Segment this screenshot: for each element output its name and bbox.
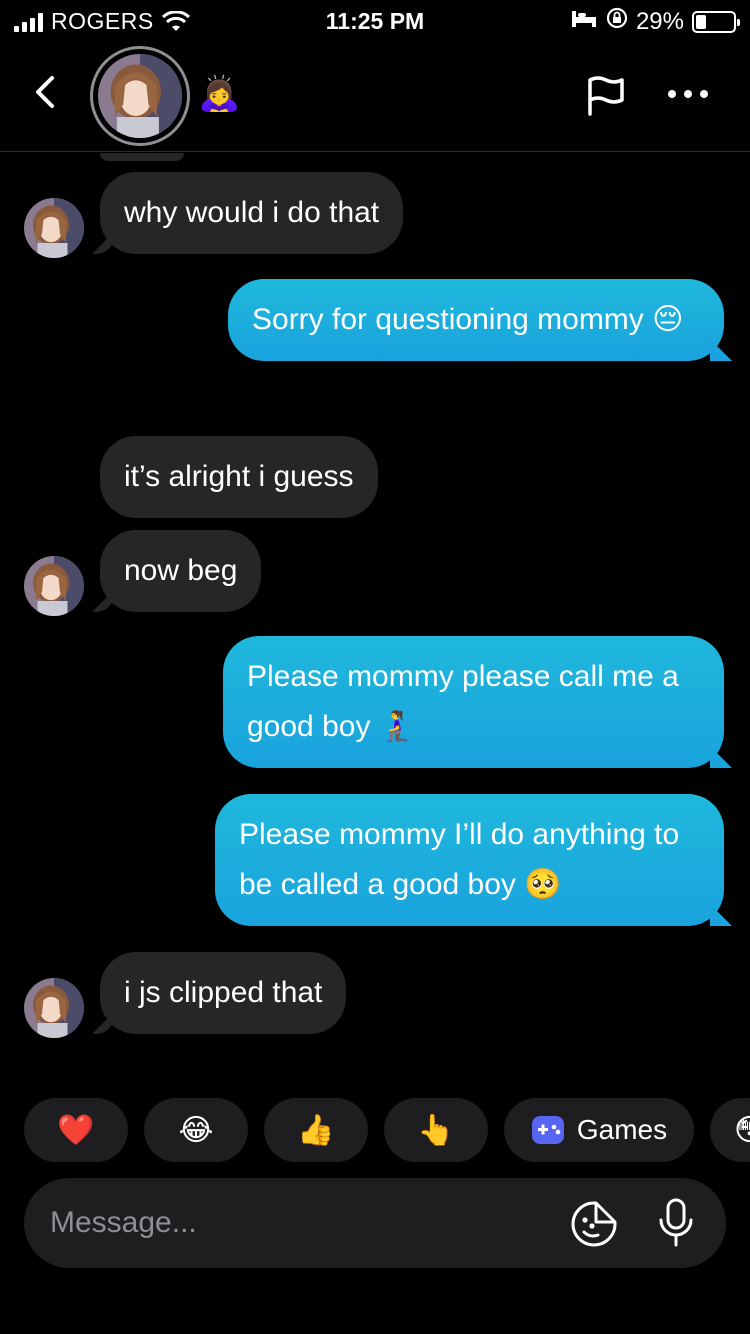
bed-icon — [570, 8, 598, 36]
reaction-heart-button[interactable]: ❤️ — [24, 1098, 128, 1162]
reaction-laugh-button[interactable]: 😂 — [144, 1098, 248, 1162]
status-right: 29% — [570, 7, 740, 36]
status-emoji: 🙇‍♀️ — [198, 75, 241, 113]
more-dot — [700, 90, 708, 98]
flag-icon — [588, 76, 624, 116]
message-incoming[interactable]: i js clipped that — [100, 952, 347, 1034]
sticker-icon — [571, 1201, 617, 1247]
message-input[interactable] — [50, 1178, 570, 1268]
sticker-button[interactable] — [570, 1200, 618, 1248]
message-outgoing[interactable]: Please mommy please call me a good boy 🧎… — [223, 636, 724, 768]
message-outgoing[interactable]: Please mommy I’ll do anything to be call… — [215, 794, 724, 926]
battery-fill — [696, 14, 707, 29]
voice-message-button[interactable] — [656, 1198, 696, 1248]
avatar-image — [24, 198, 84, 258]
back-button[interactable] — [28, 72, 64, 112]
sender-avatar[interactable] — [24, 978, 84, 1038]
message-outgoing[interactable]: Sorry for questioning mommy 😔 — [228, 279, 724, 361]
avatar-image — [98, 54, 182, 138]
report-flag-button[interactable] — [584, 74, 628, 118]
previous-message-bubble — [100, 153, 184, 161]
status-bar: ROGERS 11:25 PM 29% — [0, 0, 750, 40]
reaction-thumbs-up-button[interactable]: 👍 — [264, 1098, 368, 1162]
rotation-lock-icon — [606, 7, 628, 36]
sender-avatar[interactable] — [24, 556, 84, 616]
message-list[interactable]: why would i do that Sorry for questionin… — [0, 153, 750, 1073]
sender-avatar[interactable] — [24, 198, 84, 258]
more-dots-icon — [668, 90, 676, 98]
gamepad-icon — [531, 1116, 564, 1144]
games-button[interactable]: Games — [504, 1098, 694, 1162]
contact-avatar[interactable] — [90, 46, 190, 146]
message-incoming[interactable]: it’s alright i guess — [100, 436, 378, 518]
chat-header: 🙇‍♀️ — [0, 40, 750, 152]
microphone-icon — [659, 1198, 693, 1247]
battery-percent: 29% — [635, 7, 684, 35]
reaction-point-up-button[interactable]: 👆 — [384, 1098, 488, 1162]
more-dot — [684, 90, 692, 98]
battery-icon — [692, 10, 740, 33]
message-incoming[interactable]: why would i do that — [100, 172, 404, 254]
avatar-image — [24, 556, 84, 616]
message-incoming[interactable]: now beg — [100, 530, 262, 612]
quick-reactions-bar: ❤️ 😂 👍 👆 Games 😳 — [24, 1098, 750, 1162]
avatar-image — [24, 978, 84, 1038]
message-composer — [24, 1178, 726, 1268]
more-options-button[interactable] — [668, 90, 708, 98]
back-chevron-icon — [36, 76, 54, 108]
games-label: Games — [576, 1114, 668, 1145]
reaction-flushed-button[interactable]: 😳 — [710, 1098, 750, 1162]
